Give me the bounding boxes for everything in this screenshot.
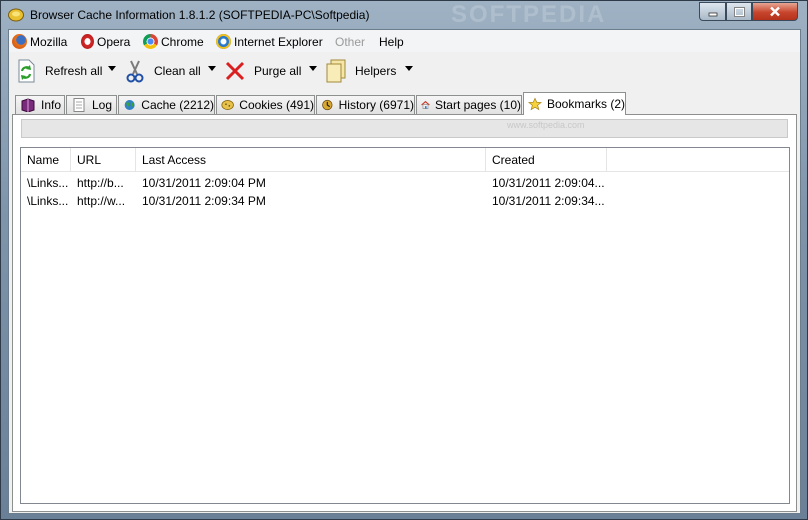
bookmarks-list[interactable]: Name URL Last Access Created \Links... h… — [20, 147, 790, 504]
column-url-label: URL — [77, 152, 102, 167]
menu-mozilla[interactable]: Mozilla — [12, 33, 67, 50]
tab-cookies-label: Cookies (491) — [239, 98, 314, 112]
tab-info-label: Info — [41, 98, 62, 112]
menu-help[interactable]: Help — [379, 33, 404, 50]
document-icon — [73, 98, 85, 112]
menu-other-label: Other — [335, 34, 366, 49]
window-title: Browser Cache Information 1.8.1.2 (SOFTP… — [30, 8, 370, 22]
menu-internet-explorer-label: Internet Explorer — [234, 34, 323, 49]
app-icon — [8, 8, 24, 22]
cell-created: 10/31/2011 2:09:34... — [492, 194, 605, 208]
helpers-document-icon — [325, 58, 347, 84]
cell-url: http://w... — [77, 194, 126, 208]
star-icon — [528, 97, 542, 111]
home-icon — [421, 100, 430, 109]
column-created-label: Created — [492, 152, 535, 167]
menu-opera-label: Opera — [97, 34, 131, 49]
purge-dropdown-arrow[interactable] — [309, 66, 317, 71]
cell-last-access: 10/31/2011 2:09:34 PM — [142, 194, 266, 208]
cell-url: http://b... — [77, 176, 124, 190]
menu-other[interactable]: Other — [335, 33, 365, 50]
tab-cache-label: Cache (2212) — [141, 98, 214, 112]
menu-bar: Mozilla Opera Chrome Internet Explorer O… — [9, 30, 800, 52]
client-area: Mozilla Opera Chrome Internet Explorer O… — [8, 29, 801, 514]
cell-name: \Links... — [27, 194, 69, 208]
ie-icon — [216, 34, 231, 49]
refresh-dropdown-arrow[interactable] — [108, 66, 116, 71]
column-header-name[interactable]: Name — [21, 148, 71, 171]
cell-last-access: 10/31/2011 2:09:04 PM — [142, 176, 266, 190]
helpers-button[interactable]: Helpers — [325, 56, 396, 86]
purge-all-button[interactable]: Purge all — [224, 56, 301, 86]
table-row[interactable]: \Links... http://w... 10/31/2011 2:09:34… — [21, 192, 789, 210]
softpedia-url-watermark: www.softpedia.com — [507, 120, 585, 130]
table-row[interactable]: \Links... http://b... 10/31/2011 2:09:04… — [21, 174, 789, 192]
tab-history[interactable]: History (6971) — [316, 95, 415, 114]
clean-dropdown-arrow[interactable] — [208, 66, 216, 71]
tab-bookmarks-label: Bookmarks (2) — [546, 97, 625, 111]
cookie-icon — [221, 100, 234, 110]
refresh-all-label: Refresh all — [45, 64, 103, 78]
menu-help-label: Help — [379, 34, 404, 49]
refresh-icon — [15, 58, 37, 84]
column-name-label: Name — [27, 152, 60, 167]
tab-start-pages-label: Start pages (10) — [434, 98, 521, 112]
tab-log-label: Log — [92, 98, 113, 112]
tab-strip: Info Log Cache (2212) Cookies (491) Hist… — [9, 92, 800, 115]
history-icon — [322, 99, 333, 111]
maximize-button[interactable] — [726, 2, 752, 21]
tab-log[interactable]: Log — [66, 95, 117, 114]
progress-bar — [21, 119, 788, 138]
column-header-created[interactable]: Created — [486, 148, 607, 171]
tab-start-pages[interactable]: Start pages (10) — [416, 95, 522, 114]
column-header-url[interactable]: URL — [71, 148, 136, 171]
tab-cookies[interactable]: Cookies (491) — [216, 95, 315, 114]
menu-internet-explorer[interactable]: Internet Explorer — [216, 33, 323, 50]
bookmarks-panel: www.softpedia.com Name URL Last Access C… — [12, 114, 797, 512]
clean-all-button[interactable]: Clean all — [124, 56, 201, 86]
app-window: Browser Cache Information 1.8.1.2 (SOFTP… — [0, 0, 808, 520]
toolbar: Refresh all Clean all Purge all Helpers — [9, 52, 800, 90]
globe-icon — [124, 100, 135, 110]
minimize-icon — [708, 12, 717, 16]
red-x-icon — [224, 58, 246, 84]
menu-opera[interactable]: Opera — [81, 33, 130, 50]
maximize-icon — [733, 6, 745, 17]
softpedia-watermark: SOFTPEDIA — [451, 1, 607, 28]
purge-all-label: Purge all — [254, 64, 302, 78]
firefox-icon — [12, 34, 27, 49]
tab-history-label: History (6971) — [338, 98, 414, 112]
minimize-button[interactable] — [699, 2, 726, 21]
column-header-last-access[interactable]: Last Access — [136, 148, 486, 171]
scissors-icon — [124, 58, 146, 84]
refresh-all-button[interactable]: Refresh all — [15, 56, 102, 86]
chrome-icon — [143, 34, 158, 49]
column-last-access-label: Last Access — [142, 152, 207, 167]
cell-created: 10/31/2011 2:09:04... — [492, 176, 605, 190]
menu-chrome-label: Chrome — [161, 34, 204, 49]
helpers-dropdown-arrow[interactable] — [405, 66, 413, 71]
tab-bookmarks[interactable]: Bookmarks (2) — [523, 92, 626, 115]
title-bar[interactable]: Browser Cache Information 1.8.1.2 (SOFTP… — [1, 1, 807, 29]
book-icon — [21, 98, 35, 112]
menu-mozilla-label: Mozilla — [30, 34, 68, 49]
close-button[interactable] — [752, 2, 798, 21]
clean-all-label: Clean all — [154, 64, 201, 78]
helpers-label: Helpers — [355, 64, 397, 78]
tab-info[interactable]: Info — [15, 95, 65, 114]
tab-cache[interactable]: Cache (2212) — [118, 95, 215, 114]
opera-icon — [81, 34, 94, 49]
cell-name: \Links... — [27, 176, 69, 190]
menu-chrome[interactable]: Chrome — [143, 33, 204, 50]
close-icon — [770, 6, 780, 17]
list-header: Name URL Last Access Created — [21, 148, 789, 172]
